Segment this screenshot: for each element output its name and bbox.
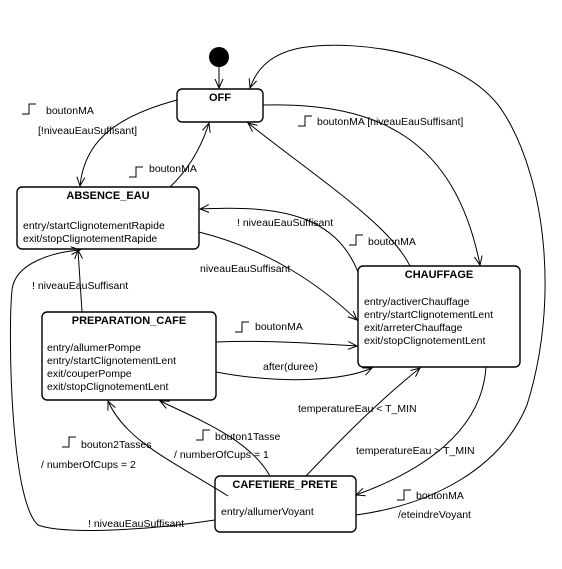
event-icon — [62, 436, 76, 448]
state-absence-eau-entry: entry/startClignotementRapide — [23, 220, 165, 232]
label-prete-absence: ! niveauEauSuffisant — [88, 518, 184, 530]
state-preparation-cafe-line-1: entry/allumerPompe — [47, 342, 141, 354]
state-absence-eau-title: ABSENCE_EAU — [66, 190, 149, 202]
label-chauffage-off: boutonMA — [368, 236, 416, 248]
label-prete-prep-2-action: / numberOfCups = 2 — [41, 459, 136, 471]
label-prete-chauffage: temperatureEau < T_MIN — [298, 403, 417, 415]
state-preparation-cafe-line-2: entry/startClignotementLent — [47, 355, 176, 367]
state-cafetiere-prete: CAFETIERE_PRETE entry/allumerVoyant — [214, 475, 357, 533]
label-prete-prep-1-action: / numberOfCups = 1 — [174, 449, 269, 461]
event-icon — [196, 429, 210, 441]
label-chauffage-prete: temperatureEau > T_MIN — [356, 445, 475, 457]
state-off: OFF — [176, 88, 264, 123]
event-icon — [298, 115, 312, 127]
label-prep-chauffage-duree: after(duree) — [263, 361, 318, 373]
edge-absence-to-chauffage — [198, 231, 357, 320]
event-icon — [129, 166, 143, 178]
label-prete-prep-1-event: bouton1Tasse — [215, 431, 281, 443]
state-preparation-cafe-line-3: exit/couperPompe — [47, 368, 132, 380]
label-prep-chauffage-ma: boutonMA — [255, 321, 303, 333]
state-preparation-cafe-title: PREPARATION_CAFE — [72, 315, 187, 327]
label-chauffage-absence: ! niveauEauSuffisant — [237, 217, 333, 229]
state-chauffage: CHAUFFAGE entry/activerChauffage entry/s… — [357, 265, 521, 368]
event-icon — [349, 234, 363, 246]
label-absence-off-event: boutonMA — [149, 163, 197, 175]
label-prete-off-action: /eteindreVoyant — [398, 509, 471, 521]
edge-absence-to-off — [169, 123, 209, 188]
edge-prep-to-chauffage-ma — [215, 340, 357, 346]
state-chauffage-line-4: exit/stopClignotementLent — [364, 335, 485, 347]
state-cafetiere-prete-title: CAFETIERE_PRETE — [232, 479, 337, 491]
state-chauffage-line-3: exit/arreterChauffage — [364, 322, 463, 334]
label-absence-chauffage: niveauEauSuffisant — [200, 263, 290, 275]
label-prete-prep-2-event: bouton2Tasses — [81, 439, 152, 451]
state-diagram: OFF ABSENCE_EAU entry/startClignotementR… — [9, 44, 546, 533]
initial-state-dot — [209, 47, 229, 67]
label-off-absence-event: boutonMA — [46, 105, 94, 117]
event-icon — [235, 321, 249, 333]
state-chauffage-title: CHAUFFAGE — [405, 269, 473, 281]
state-cafetiere-prete-entry: entry/allumerVoyant — [221, 506, 314, 518]
label-off-absence-guard: [!niveauEauSuffisant] — [38, 125, 137, 137]
state-absence-eau-exit: exit/stopClignotementRapide — [23, 233, 157, 245]
state-chauffage-line-2: entry/startClignotementLent — [364, 309, 493, 321]
label-off-chauffage: boutonMA [niveauEauSuffisant] — [317, 116, 463, 128]
state-preparation-cafe: PREPARATION_CAFE entry/allumerPompe entr… — [41, 311, 217, 401]
state-preparation-cafe-line-4: exit/stopClignotementLent — [47, 381, 168, 393]
event-icon — [397, 489, 411, 501]
state-off-title: OFF — [209, 92, 231, 104]
label-prep-absence: ! niveauEauSuffisant — [32, 280, 128, 292]
event-icon — [22, 103, 36, 115]
state-chauffage-line-1: entry/activerChauffage — [364, 296, 470, 308]
state-absence-eau: ABSENCE_EAU entry/startClignotementRapid… — [16, 186, 200, 250]
label-prete-off-event: boutonMA — [416, 490, 464, 502]
edge-prete-to-chauffage — [305, 368, 420, 477]
